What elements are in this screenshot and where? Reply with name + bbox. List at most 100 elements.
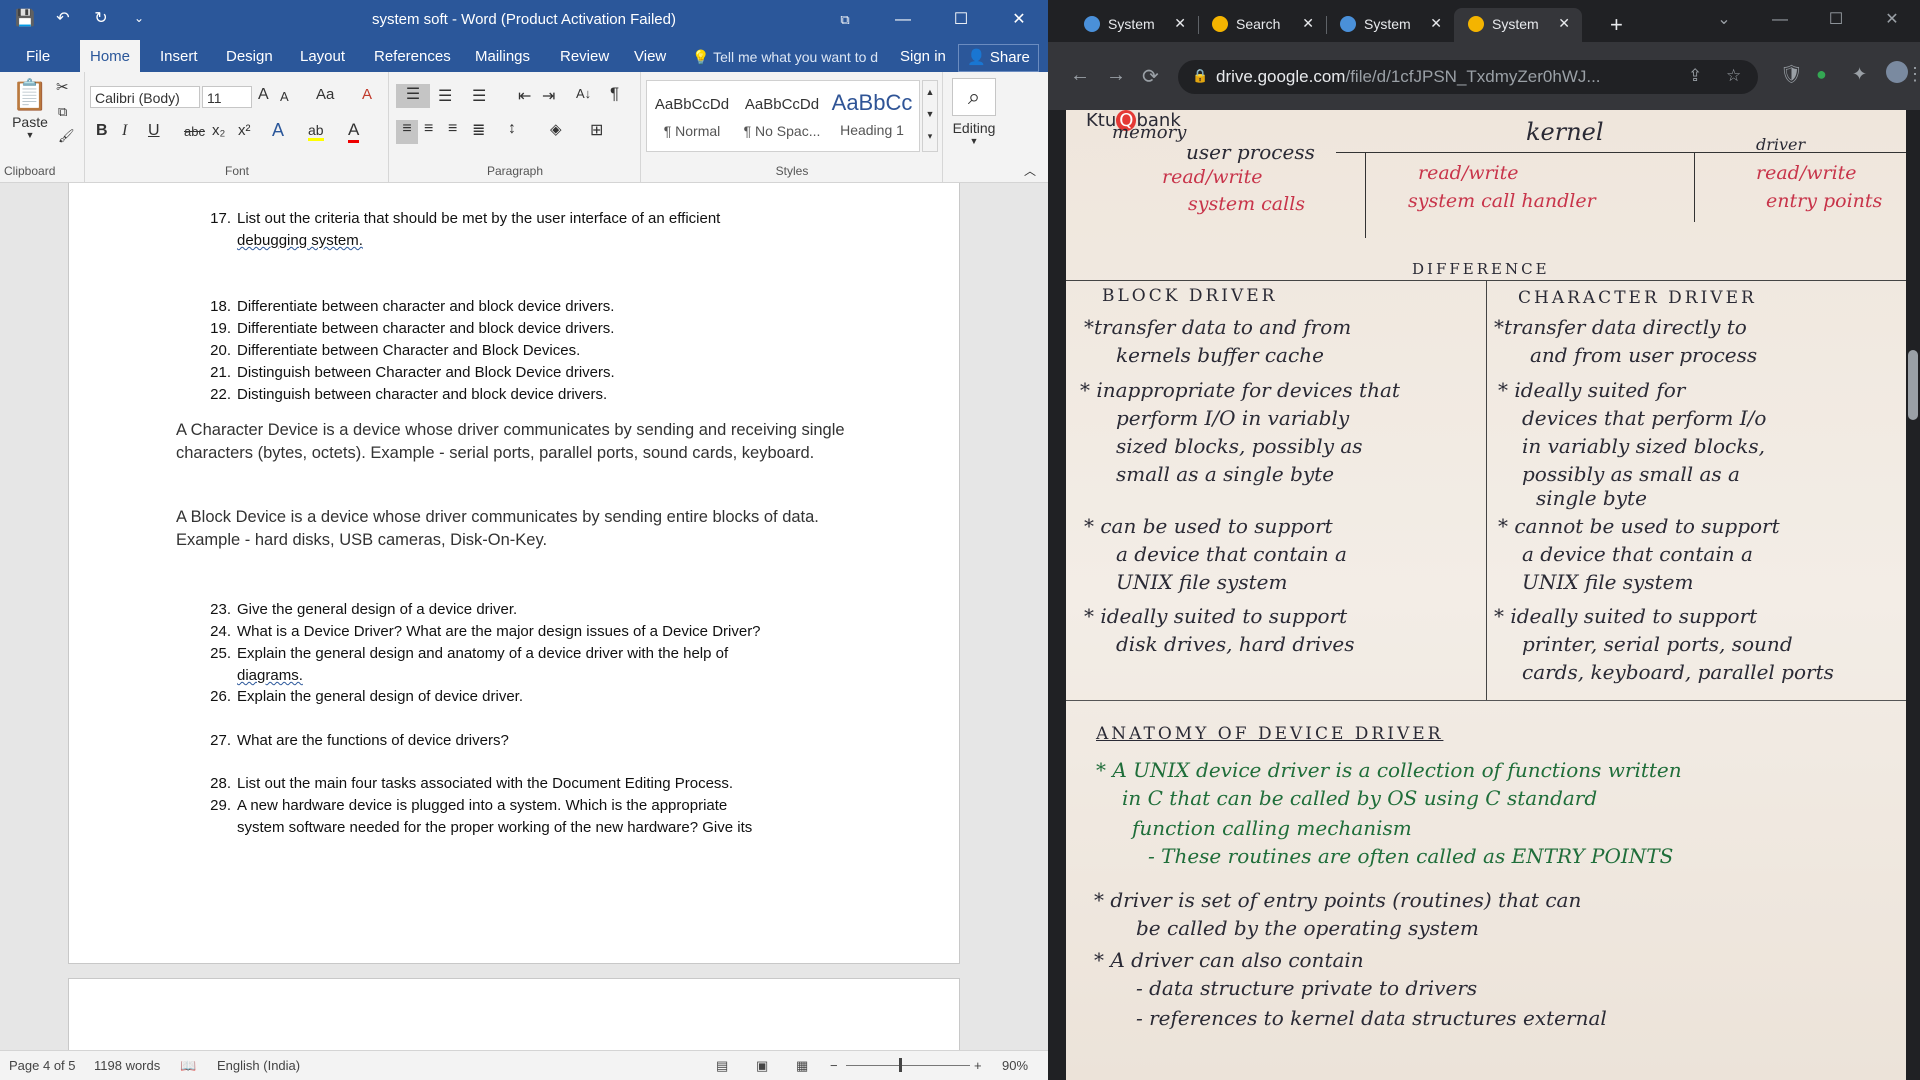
proofing-icon[interactable]: 📖 bbox=[180, 1058, 196, 1074]
grow-font-button[interactable]: A bbox=[258, 86, 269, 104]
tab-references[interactable]: References bbox=[364, 40, 461, 72]
sort-icon[interactable]: A↓ bbox=[576, 86, 591, 101]
cut-icon[interactable]: ✂ bbox=[56, 78, 69, 96]
browser-tab[interactable]: Search ✕ bbox=[1198, 8, 1327, 42]
bullets-icon[interactable]: ☰ bbox=[396, 84, 430, 108]
close-tab-icon[interactable]: ✕ bbox=[1174, 15, 1186, 32]
font-color-button[interactable]: A bbox=[348, 120, 360, 143]
strikethrough-button[interactable]: abc bbox=[184, 124, 205, 139]
tab-insert[interactable]: Insert bbox=[150, 40, 208, 72]
lock-icon[interactable]: 🔒 bbox=[1192, 68, 1208, 84]
borders-icon[interactable]: ⊞ bbox=[590, 120, 603, 140]
redo-icon[interactable]: ↻ bbox=[90, 8, 112, 28]
zoom-out-icon[interactable]: − bbox=[830, 1058, 838, 1073]
decrease-indent-icon[interactable]: ⇤ bbox=[518, 86, 531, 106]
tab-mailings[interactable]: Mailings bbox=[465, 40, 540, 72]
minimize-button[interactable]: — bbox=[874, 0, 932, 40]
tab-review[interactable]: Review bbox=[550, 40, 619, 72]
font-name-dropdown[interactable]: Calibri (Body) bbox=[90, 86, 200, 108]
share-button[interactable]: 👤 Share bbox=[958, 44, 1039, 72]
text-effects-button[interactable]: A bbox=[272, 120, 284, 141]
editing-button[interactable]: ⌕ Editing ▼ bbox=[952, 78, 996, 146]
align-left-icon[interactable]: ≡ bbox=[396, 120, 418, 144]
web-layout-icon[interactable]: ▦ bbox=[796, 1058, 808, 1074]
browser-tab[interactable]: System ✕ bbox=[1070, 8, 1199, 42]
shrink-font-button[interactable]: A bbox=[280, 89, 289, 104]
word-vertical-scrollbar[interactable] bbox=[1034, 183, 1048, 1051]
change-case-button[interactable]: Aa bbox=[316, 86, 334, 103]
zoom-slider-thumb[interactable] bbox=[899, 1058, 902, 1072]
print-layout-icon[interactable]: ▣ bbox=[756, 1058, 768, 1074]
tab-home[interactable]: Home bbox=[80, 40, 141, 72]
address-bar-url[interactable]: drive.google.com/file/d/1cfJPSN_TxdmyZer… bbox=[1216, 67, 1601, 87]
subscript-button[interactable]: x₂ bbox=[212, 122, 225, 139]
back-icon[interactable]: ← bbox=[1070, 64, 1090, 87]
tab-design[interactable]: Design bbox=[216, 40, 283, 72]
multilevel-list-icon[interactable]: ☰ bbox=[472, 86, 486, 106]
close-button[interactable]: ✕ bbox=[990, 0, 1048, 40]
italic-button[interactable]: I bbox=[122, 122, 127, 140]
highlight-color-button[interactable]: ab bbox=[308, 122, 324, 141]
ribbon-display-options-button[interactable]: ⧉ bbox=[816, 0, 874, 40]
extensions-puzzle-icon[interactable]: ✦ bbox=[1852, 64, 1867, 85]
customize-qat-icon[interactable]: ⌄ bbox=[128, 11, 150, 25]
language-indicator[interactable]: English (India) bbox=[217, 1058, 300, 1073]
copy-icon[interactable]: ⧉ bbox=[58, 104, 67, 120]
word-count[interactable]: 1198 words bbox=[94, 1058, 160, 1073]
shading-icon[interactable]: ◈ bbox=[550, 120, 562, 138]
chrome-menu-icon[interactable]: ⋮ bbox=[1906, 64, 1920, 85]
chrome-close-button[interactable]: ✕ bbox=[1864, 0, 1920, 40]
style-normal[interactable]: AaBbCcDd ¶ Normal bbox=[648, 82, 736, 144]
justify-icon[interactable]: ≣ bbox=[472, 120, 485, 140]
style-heading-1[interactable]: AaBbCc Heading 1 bbox=[828, 82, 916, 144]
tab-layout[interactable]: Layout bbox=[290, 40, 355, 72]
line-spacing-icon[interactable]: ↕ bbox=[508, 120, 516, 138]
font-size-dropdown[interactable]: 11 bbox=[202, 86, 252, 108]
styles-scroll-icon[interactable]: ▲ ▼ ▾ bbox=[922, 80, 938, 152]
scrollbar-thumb[interactable] bbox=[1908, 350, 1918, 420]
align-center-icon[interactable]: ≡ bbox=[424, 120, 433, 138]
document-next-page[interactable] bbox=[68, 978, 960, 1051]
show-formatting-icon[interactable]: ¶ bbox=[610, 84, 619, 104]
increase-indent-icon[interactable]: ⇥ bbox=[542, 86, 555, 106]
close-tab-icon[interactable]: ✕ bbox=[1558, 15, 1570, 32]
tell-me-search[interactable]: 💡 Tell me what you want to d bbox=[692, 40, 878, 74]
sign-in-link[interactable]: Sign in bbox=[900, 40, 946, 74]
zoom-slider-track[interactable] bbox=[846, 1065, 970, 1066]
share-page-icon[interactable]: ⇪ bbox=[1688, 66, 1702, 86]
tab-file[interactable]: File bbox=[16, 40, 60, 72]
zoom-in-icon[interactable]: + bbox=[974, 1058, 982, 1073]
chrome-vertical-scrollbar[interactable] bbox=[1906, 110, 1920, 1080]
extension-shield-icon[interactable]: 🛡 bbox=[1780, 64, 1803, 85]
paste-button[interactable]: 📋 Paste ▼ bbox=[6, 78, 54, 140]
numbering-icon[interactable]: ☰ bbox=[438, 86, 452, 106]
style-no-spacing[interactable]: AaBbCcDd ¶ No Spac... bbox=[738, 82, 826, 144]
profile-avatar[interactable] bbox=[1886, 61, 1908, 83]
drive-image-viewer[interactable]: Ktu Qbank memory kernel user process driv… bbox=[1066, 110, 1906, 1080]
document-page[interactable]: 17. List out the criteria that should be… bbox=[68, 183, 960, 964]
align-right-icon[interactable]: ≡ bbox=[448, 120, 457, 138]
new-tab-button[interactable]: + bbox=[1610, 12, 1623, 38]
browser-tab[interactable]: System ✕ bbox=[1326, 8, 1454, 42]
close-tab-icon[interactable]: ✕ bbox=[1430, 15, 1442, 32]
bold-button[interactable]: B bbox=[96, 122, 108, 140]
tab-search-icon[interactable]: ⌄ bbox=[1696, 0, 1752, 40]
chrome-maximize-button[interactable]: ☐ bbox=[1808, 0, 1864, 40]
chrome-minimize-button[interactable]: — bbox=[1752, 0, 1808, 40]
underline-button[interactable]: U bbox=[148, 122, 160, 140]
reload-icon[interactable]: ⟳ bbox=[1142, 64, 1159, 89]
read-mode-icon[interactable]: ▤ bbox=[716, 1058, 728, 1074]
extension-grammarly-icon[interactable]: ● bbox=[1816, 64, 1827, 85]
save-icon[interactable]: 💾 bbox=[14, 8, 36, 28]
maximize-button[interactable]: ☐ bbox=[932, 0, 990, 40]
format-painter-icon[interactable]: 🖌 bbox=[58, 128, 75, 144]
address-bar[interactable]: 🔒 drive.google.com/file/d/1cfJPSN_TxdmyZ… bbox=[1178, 60, 1758, 94]
browser-tab-active[interactable]: System ✕ bbox=[1454, 8, 1582, 42]
collapse-ribbon-icon[interactable]: ︿ bbox=[1024, 162, 1036, 179]
bookmark-star-icon[interactable]: ☆ bbox=[1726, 66, 1741, 86]
zoom-level[interactable]: 90% bbox=[1002, 1058, 1028, 1073]
superscript-button[interactable]: x² bbox=[238, 122, 251, 139]
forward-icon[interactable]: → bbox=[1106, 64, 1126, 87]
close-tab-icon[interactable]: ✕ bbox=[1302, 15, 1314, 32]
undo-icon[interactable]: ↶ bbox=[52, 8, 74, 28]
